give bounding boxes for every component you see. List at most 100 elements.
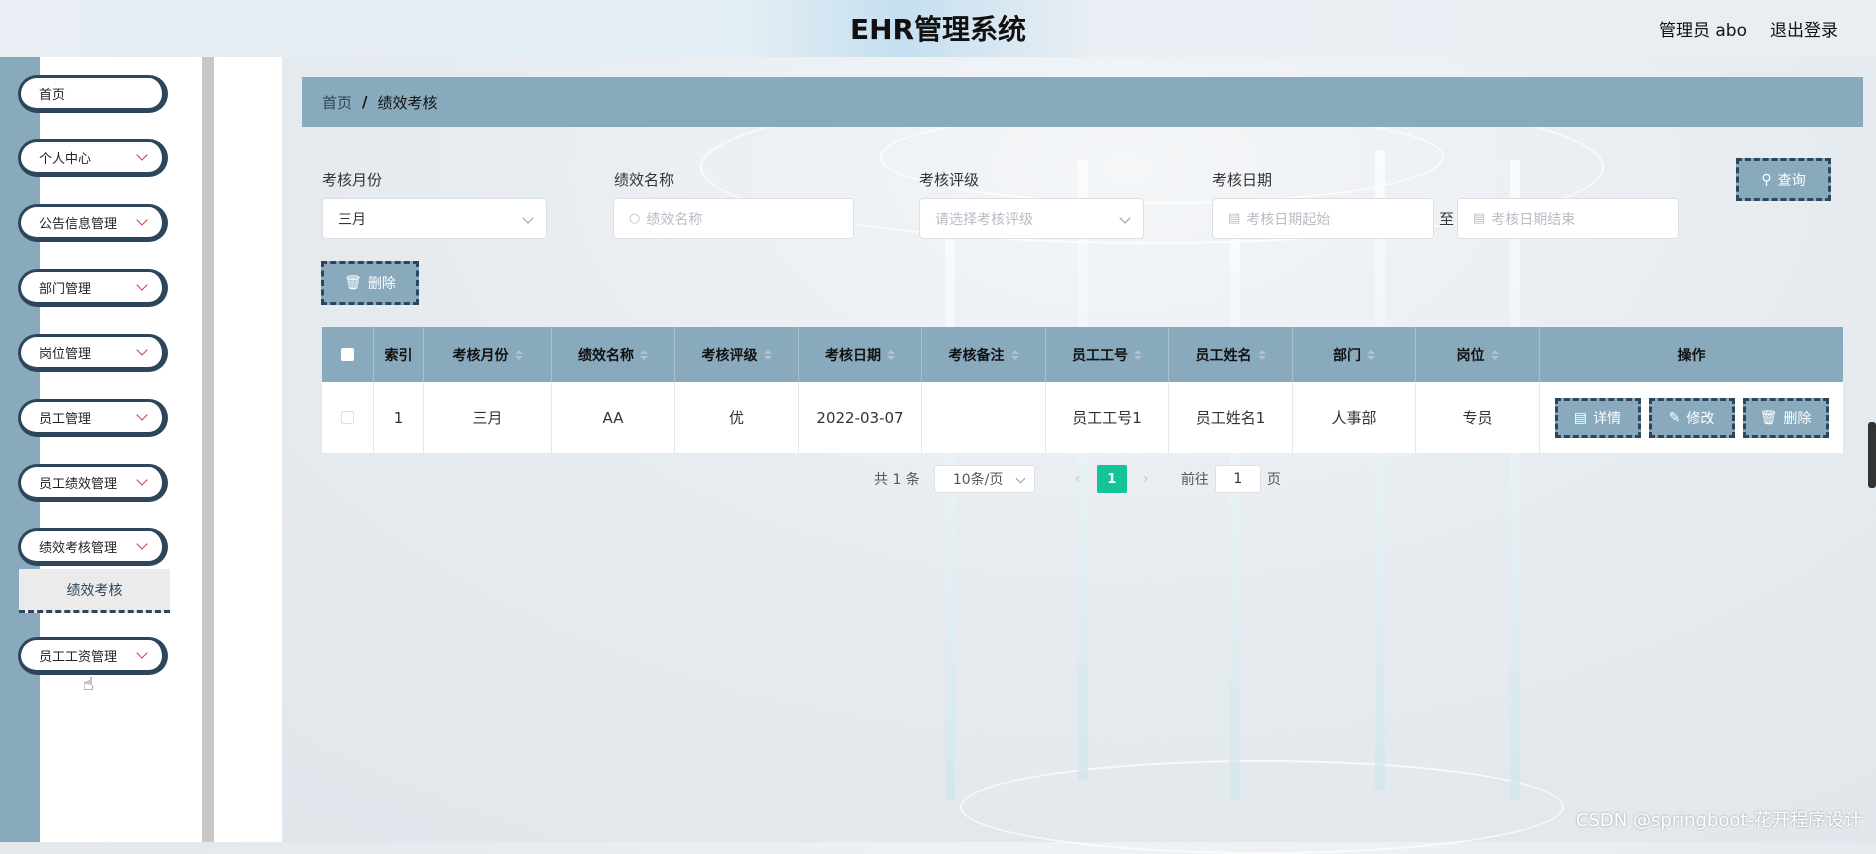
admin-user: 管理员 abo: [1658, 21, 1747, 41]
date-start-input[interactable]: ▤ 考核日期起始: [1212, 198, 1434, 239]
column-header-emp-no[interactable]: 员工工号: [1046, 327, 1169, 382]
month-select[interactable]: 三月: [322, 198, 547, 239]
cell-post: 专员: [1416, 382, 1540, 453]
sidebar-item-appraisal[interactable]: 绩效考核管理: [18, 528, 168, 566]
next-page-button[interactable]: ›: [1131, 465, 1161, 493]
column-header-label: 绩效名称: [578, 347, 634, 364]
sidebar-item-notice[interactable]: 公告信息管理: [18, 204, 168, 242]
sidebar-item-post[interactable]: 岗位管理: [18, 334, 168, 372]
detail-button[interactable]: ▤ 详情: [1554, 397, 1641, 438]
name-input-placeholder: 绩效名称: [646, 211, 703, 228]
chevron-down-icon: [136, 647, 148, 659]
breadcrumb-home[interactable]: 首页: [322, 92, 352, 113]
date-range-separator: 至: [1439, 210, 1455, 228]
sidebar-item-employee-performance[interactable]: 员工绩效管理: [18, 464, 168, 502]
sort-icon[interactable]: [1367, 349, 1375, 360]
grade-select[interactable]: 请选择考核评级: [919, 198, 1144, 239]
sort-icon[interactable]: [1257, 349, 1266, 360]
breadcrumb-current: 绩效考核: [377, 93, 438, 112]
column-header-label: 考核月份: [452, 347, 509, 364]
chevron-down-icon: [522, 212, 534, 224]
sidebar-item-department[interactable]: 部门管理: [18, 269, 168, 307]
cell-name: AA: [552, 382, 675, 453]
page-scrollbar[interactable]: [1868, 422, 1876, 488]
column-header-emp-name[interactable]: 员工姓名: [1169, 327, 1293, 382]
sidebar-item-salary[interactable]: 员工工资管理: [18, 637, 168, 675]
trash-icon: 🗑: [1759, 409, 1778, 426]
sort-icon[interactable]: [1134, 349, 1142, 360]
sort-icon[interactable]: [1490, 349, 1499, 360]
sidebar-item-label: 员工绩效管理: [39, 476, 118, 492]
column-header-month[interactable]: 考核月份: [424, 327, 552, 382]
sidebar-item-label: 绩效考核管理: [39, 540, 118, 556]
sidebar-item-label: 员工管理: [39, 411, 92, 427]
column-header-grade[interactable]: 考核评级: [675, 327, 799, 382]
sidebar-item-label: 个人中心: [39, 151, 92, 167]
sort-icon[interactable]: [1010, 349, 1019, 360]
grade-select-placeholder: 请选择考核评级: [935, 211, 1033, 228]
column-header-label: 操作: [1677, 347, 1706, 364]
cell-emp-no: 员工工号1: [1046, 382, 1169, 453]
query-button-label: 查询: [1777, 172, 1806, 189]
name-input[interactable]: ○ 绩效名称: [613, 198, 854, 239]
chevron-down-icon: [136, 214, 148, 226]
row-select-cell: [322, 382, 374, 453]
sort-icon[interactable]: [640, 349, 648, 360]
chevron-down-icon: [136, 409, 148, 421]
content-gutter: [214, 57, 282, 842]
goto-page-input[interactable]: 1: [1214, 465, 1261, 493]
edit-button-label: 修改: [1686, 410, 1715, 427]
search-icon: ○: [629, 211, 641, 226]
page-number-current[interactable]: 1: [1096, 465, 1127, 493]
table-header: 索引 考核月份 绩效名称 考核评级 考核日期 考核备注 员工工号 员工姓名 部门…: [322, 327, 1843, 382]
date-label: 考核日期: [1212, 171, 1273, 189]
row-delete-button[interactable]: 🗑 删除: [1742, 397, 1829, 438]
prev-page-button[interactable]: ‹: [1063, 465, 1093, 493]
calendar-icon: ▤: [1473, 211, 1486, 226]
watermark: CSDN @springboot-花开程序设计: [1575, 810, 1862, 831]
sidebar-item-home[interactable]: 首页: [18, 75, 168, 113]
cell-emp-name: 员工姓名1: [1169, 382, 1293, 453]
batch-delete-button[interactable]: 🗑 删除: [321, 261, 419, 305]
column-header-dept[interactable]: 部门: [1293, 327, 1416, 382]
column-header-post[interactable]: 岗位: [1416, 327, 1540, 382]
sidebar-item-label: 公告信息管理: [39, 216, 118, 232]
sidebar-item-personal-center[interactable]: 个人中心: [18, 139, 168, 177]
date-end-placeholder: 考核日期结束: [1491, 211, 1576, 228]
select-all-cell: [322, 327, 374, 382]
cell-date: 2022-03-07: [799, 382, 922, 453]
sidebar-item-label: 首页: [39, 87, 66, 103]
breadcrumb-separator: /: [362, 93, 368, 111]
chevron-down-icon: [1119, 212, 1131, 224]
column-header-label: 考核日期: [825, 347, 881, 364]
pagination-total: 共 1 条: [874, 472, 920, 488]
chevron-down-icon: [136, 538, 148, 550]
logout-link[interactable]: 退出登录: [1770, 16, 1838, 41]
chevron-down-icon: [136, 474, 148, 486]
column-header-label: 员工姓名: [1195, 347, 1252, 364]
batch-delete-label: 删除: [367, 276, 396, 292]
edit-button[interactable]: ✎ 修改: [1648, 397, 1735, 438]
trash-icon: 🗑: [344, 275, 362, 291]
column-header-name[interactable]: 绩效名称: [552, 327, 675, 382]
sidebar-item-employee[interactable]: 员工管理: [18, 399, 168, 437]
row-delete-button-label: 删除: [1783, 410, 1812, 427]
column-header-date[interactable]: 考核日期: [799, 327, 922, 382]
sidebar-scrollbar[interactable]: [202, 57, 214, 842]
sort-icon[interactable]: [763, 349, 772, 360]
row-checkbox[interactable]: [341, 411, 354, 424]
select-all-checkbox[interactable]: [341, 348, 354, 361]
submenu-item-appraisal[interactable]: 绩效考核: [19, 569, 170, 613]
document-icon: ▤: [1573, 409, 1588, 426]
query-button[interactable]: ⚲ 查询: [1736, 158, 1831, 201]
date-end-input[interactable]: ▤ 考核日期结束: [1457, 198, 1679, 239]
cell-grade: 优: [675, 382, 799, 453]
top-bar: EHR管理系统 管理员 abo 退出登录: [0, 0, 1876, 57]
page-unit-label: 页: [1266, 472, 1281, 488]
sort-icon[interactable]: [887, 349, 895, 360]
page-size-select[interactable]: 10条/页: [933, 465, 1035, 493]
column-header-remark[interactable]: 考核备注: [922, 327, 1046, 382]
sort-icon[interactable]: [514, 349, 523, 360]
column-header-label: 员工工号: [1072, 347, 1128, 364]
chevron-down-icon: [136, 279, 148, 291]
